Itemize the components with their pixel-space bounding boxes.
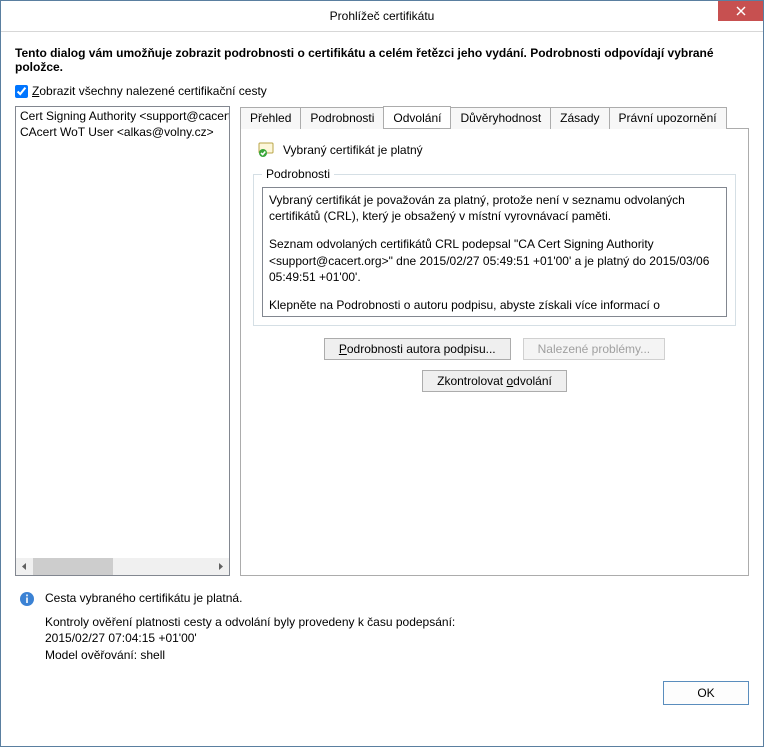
- valid-certificate-icon: [257, 141, 275, 159]
- details-textbox[interactable]: Vybraný certifikát je považován za platn…: [262, 187, 727, 317]
- info-icon: [19, 591, 35, 607]
- show-all-paths-checkbox[interactable]: [15, 85, 28, 98]
- cert-chain-list[interactable]: Cert Signing Authority <support@cacert.o…: [15, 106, 230, 576]
- tab-area: Přehled Podrobnosti Odvolání Důvěryhodno…: [240, 106, 749, 576]
- footer-text: Cesta vybraného certifikátu je platná. K…: [45, 590, 749, 663]
- tab-details[interactable]: Podrobnosti: [300, 107, 384, 129]
- problems-found-button: Nalezené problémy...: [523, 338, 666, 360]
- ok-button[interactable]: OK: [663, 681, 749, 705]
- show-all-paths-row: Zobrazit všechny nalezené certifikační c…: [15, 84, 749, 98]
- check-revocation-button[interactable]: Zkontrolovat odvolání: [422, 370, 567, 392]
- tab-overview[interactable]: Přehled: [240, 107, 301, 129]
- scroll-right-arrow-icon[interactable]: [212, 558, 229, 575]
- footer-line: Cesta vybraného certifikátu je platná.: [45, 590, 749, 606]
- tab-strip: Přehled Podrobnosti Odvolání Důvěryhodno…: [240, 106, 749, 128]
- titlebar: Prohlížeč certifikátu: [1, 1, 763, 32]
- details-paragraph: Klepněte na Podrobnosti o autoru podpisu…: [269, 297, 720, 313]
- middle-area: Cert Signing Authority <support@cacert.o…: [15, 106, 749, 576]
- details-group: Podrobnosti Vybraný certifikát je považo…: [253, 167, 736, 326]
- status-text: Vybraný certifikát je platný: [283, 143, 423, 157]
- footer-info: Cesta vybraného certifikátu je platná. K…: [15, 590, 749, 663]
- intro-text: Tento dialog vám umožňuje zobrazit podro…: [15, 46, 749, 74]
- footer: Cesta vybraného certifikátu je platná. K…: [15, 590, 749, 705]
- show-all-paths-label[interactable]: Zobrazit všechny nalezené certifikační c…: [32, 84, 267, 98]
- details-paragraph: Vybraný certifikát je považován za platn…: [269, 192, 720, 224]
- list-item[interactable]: Cert Signing Authority <support@cacert.o…: [18, 108, 227, 124]
- scrollbar-track[interactable]: [33, 558, 212, 575]
- close-button[interactable]: [718, 1, 763, 21]
- content-area: Tento dialog vám umožňuje zobrazit podro…: [1, 32, 763, 746]
- scroll-left-arrow-icon[interactable]: [16, 558, 33, 575]
- footer-line: 2015/02/27 07:04:15 +01'00': [45, 630, 749, 646]
- list-item[interactable]: CAcert WoT User <alkas@volny.cz>: [18, 124, 227, 140]
- tab-body: Vybraný certifikát je platný Podrobnosti…: [240, 128, 749, 576]
- details-paragraph: Seznam odvolaných certifikátů CRL podeps…: [269, 236, 720, 285]
- tab-revocation[interactable]: Odvolání: [383, 106, 451, 128]
- status-row: Vybraný certifikát je platný: [257, 141, 736, 159]
- list-horizontal-scrollbar[interactable]: [16, 558, 229, 575]
- footer-line: Model ověřování: shell: [45, 647, 749, 663]
- details-buttons: Podrobnosti autora podpisu... Nalezené p…: [253, 338, 736, 392]
- dialog-window: Prohlížeč certifikátu Tento dialog vám u…: [0, 0, 764, 747]
- details-legend: Podrobnosti: [262, 167, 334, 181]
- close-icon: [736, 5, 746, 18]
- tab-trust[interactable]: Důvěryhodnost: [450, 107, 551, 129]
- footer-line: Kontroly ověření platnosti cesty a odvol…: [45, 614, 749, 630]
- scrollbar-thumb[interactable]: [33, 558, 113, 575]
- tab-legal[interactable]: Právní upozornění: [609, 107, 727, 129]
- bottom-buttons: OK: [15, 681, 749, 705]
- signer-details-button[interactable]: Podrobnosti autora podpisu...: [324, 338, 511, 360]
- tab-policies[interactable]: Zásady: [550, 107, 609, 129]
- window-title: Prohlížeč certifikátu: [1, 9, 763, 23]
- cert-chain-items: Cert Signing Authority <support@cacert.o…: [16, 107, 229, 558]
